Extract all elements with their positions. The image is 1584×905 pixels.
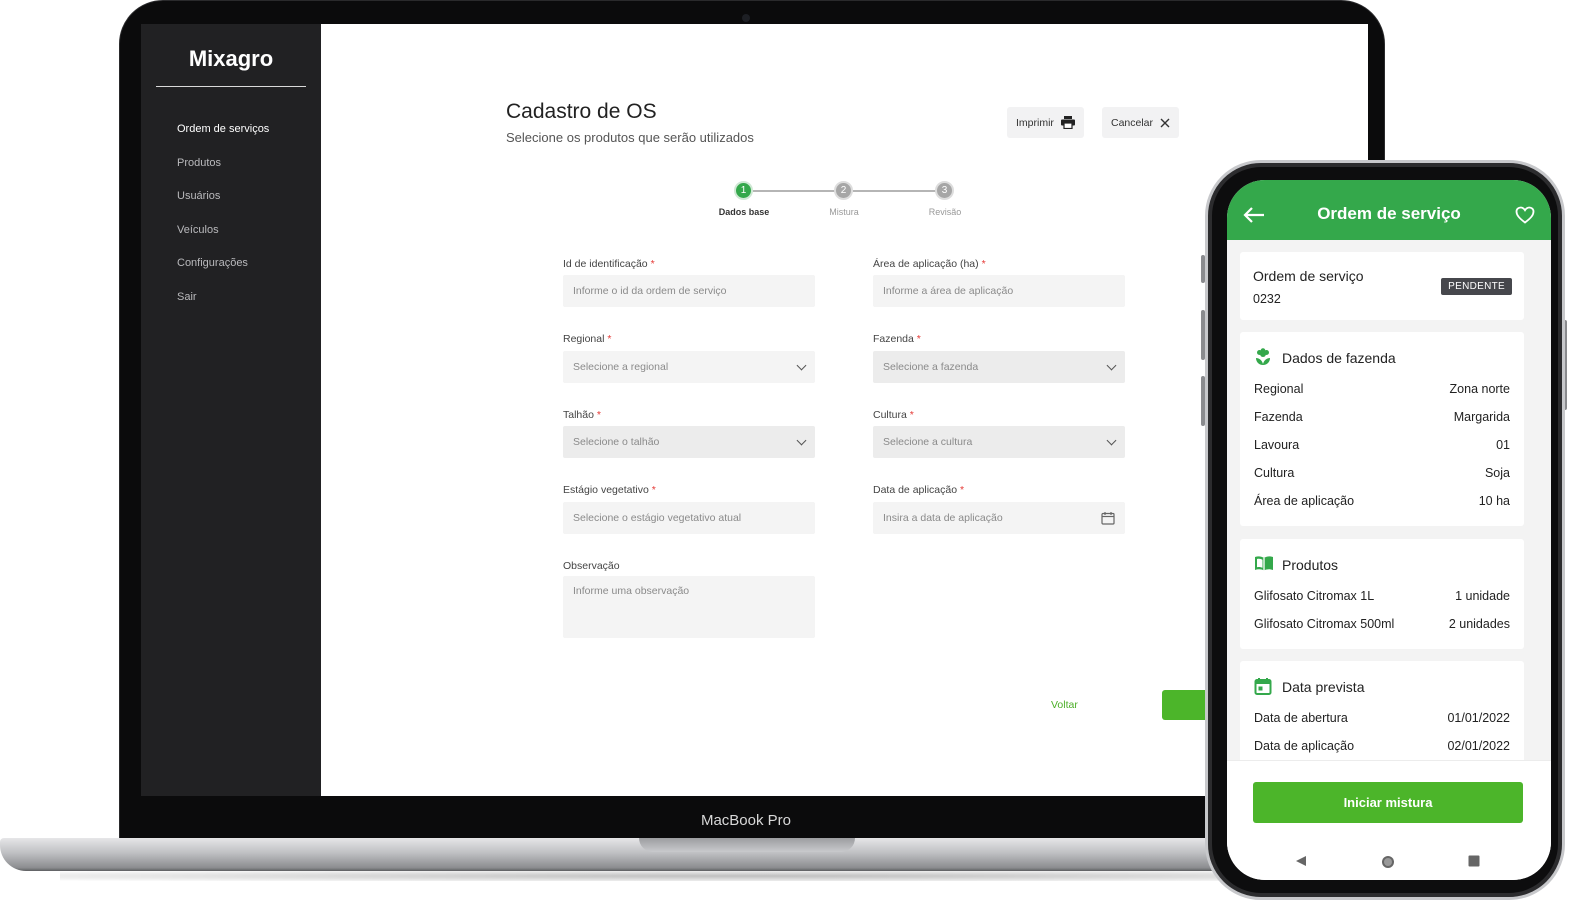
date-row: Data de aplicação 02/01/2022 xyxy=(1254,739,1510,753)
sidebar-item-configuracoes[interactable]: Configurações xyxy=(177,257,248,269)
nav-home-icon[interactable] xyxy=(1381,855,1395,869)
data-input[interactable]: Insira a data de aplicação xyxy=(873,502,1125,534)
fazenda-select-placeholder: Selecione a fazenda xyxy=(883,361,979,373)
id-input[interactable]: Informe o id da ordem de serviço xyxy=(563,275,815,307)
regional-select[interactable]: Selecione a regional xyxy=(563,351,815,383)
product-row: Glifosato Citromax 500ml 2 unidades xyxy=(1254,617,1510,631)
print-button-label: Imprimir xyxy=(1016,116,1054,129)
step-connector xyxy=(753,190,843,192)
close-icon xyxy=(1160,118,1170,127)
status-badge: PENDENTE xyxy=(1441,278,1512,295)
talhao-select[interactable]: Selecione o talhão xyxy=(563,426,815,458)
id-field-label: Id de identificação * xyxy=(563,258,655,270)
heart-icon[interactable] xyxy=(1515,206,1535,224)
products-card-title: Produtos xyxy=(1282,557,1339,573)
back-link[interactable]: Voltar xyxy=(1051,699,1078,711)
cultura-select-placeholder: Selecione a cultura xyxy=(883,436,973,448)
farm-card: Dados de fazenda Regional Zona norte Faze… xyxy=(1240,332,1524,526)
step-3-indicator[interactable]: 3 xyxy=(935,181,954,200)
area-input[interactable]: Informe a área de aplicação xyxy=(873,275,1125,307)
app-body: Ordem de serviço 0232 PENDENTE Dados de … xyxy=(1227,240,1551,771)
laptop-notch xyxy=(639,838,855,852)
printer-icon xyxy=(1060,116,1075,129)
order-title: Ordem de serviço xyxy=(1253,268,1364,284)
area-input-placeholder: Informe a área de aplicação xyxy=(883,285,1014,297)
chevron-down-icon xyxy=(1106,435,1117,445)
calendar-icon xyxy=(1254,678,1272,695)
calendar-icon[interactable] xyxy=(1101,511,1115,525)
data-field-label: Data de aplicação * xyxy=(873,484,965,496)
step-connector xyxy=(853,190,943,192)
sidebar: Mixagro Ordem de serviços Produtos Usuár… xyxy=(141,24,321,796)
date-row: Data de abertura 01/01/2022 xyxy=(1254,711,1510,725)
order-card: Ordem de serviço 0232 PENDENTE xyxy=(1240,252,1524,320)
phone-screen: Ordem de serviço Ordem de serviço 0232 P… xyxy=(1227,180,1551,880)
estagio-field-label: Estágio vegetativo * xyxy=(563,484,656,496)
sidebar-item-veiculos[interactable]: Veículos xyxy=(177,224,219,236)
nav-back-icon[interactable] xyxy=(1295,855,1307,867)
print-button[interactable]: Imprimir xyxy=(1007,107,1084,138)
cultura-field-label: Cultura * xyxy=(873,409,914,421)
order-number: 0232 xyxy=(1253,292,1281,306)
nav-recents-icon[interactable] xyxy=(1468,855,1480,867)
laptop-model-label: MacBook Pro xyxy=(700,812,792,829)
mockup-stage: Mixagro Ordem de serviços Produtos Usuár… xyxy=(0,0,1584,905)
obs-field-label: Observação xyxy=(563,560,620,572)
area-field-label: Área de aplicação (ha) * xyxy=(873,258,986,270)
fazenda-select[interactable]: Selecione a fazenda xyxy=(873,351,1125,383)
farm-row: Regional Zona norte xyxy=(1254,382,1510,396)
farm-card-title: Dados de fazenda xyxy=(1282,350,1396,366)
page-subtitle: Selecione os produtos que serão utilizad… xyxy=(506,130,754,145)
talhao-field-label: Talhão * xyxy=(563,409,601,421)
chevron-down-icon xyxy=(796,360,807,370)
phone-frame: Ordem de serviço Ordem de serviço 0232 P… xyxy=(1205,160,1565,900)
start-mix-button[interactable]: Iniciar mistura xyxy=(1253,782,1523,823)
sidebar-item-produtos[interactable]: Produtos xyxy=(177,157,221,169)
step-1-indicator[interactable]: 1 xyxy=(734,181,753,200)
dates-card: Data prevista Data de abertura 01/01/2022… xyxy=(1240,661,1524,771)
farm-row: Lavoura 01 xyxy=(1254,438,1510,452)
book-icon xyxy=(1255,556,1273,571)
app-header: Ordem de serviço xyxy=(1227,180,1551,240)
regional-field-label: Regional * xyxy=(563,333,612,345)
estagio-input-placeholder: Selecione o estágio vegetativo atual xyxy=(573,512,742,524)
cancel-button-label: Cancelar xyxy=(1111,116,1154,129)
products-card: Produtos Glifosato Citromax 1L 1 unidade … xyxy=(1240,539,1524,649)
product-row: Glifosato Citromax 1L 1 unidade xyxy=(1254,589,1510,603)
app-header-title: Ordem de serviço xyxy=(1317,204,1461,223)
chevron-down-icon xyxy=(1106,360,1117,370)
cultura-select[interactable]: Selecione a cultura xyxy=(873,426,1125,458)
fazenda-field-label: Fazenda * xyxy=(873,333,921,345)
chevron-down-icon xyxy=(796,435,807,445)
step-2-indicator[interactable]: 2 xyxy=(834,181,853,200)
page-title: Cadastro de OS xyxy=(506,100,657,123)
sidebar-item-usuarios[interactable]: Usuários xyxy=(177,190,220,202)
talhao-select-placeholder: Selecione o talhão xyxy=(573,436,660,448)
dates-card-title: Data prevista xyxy=(1282,679,1365,695)
step-3-label: Revisão xyxy=(928,207,962,217)
step-2-label: Mistura xyxy=(829,207,859,217)
obs-textarea[interactable]: Informe uma observação xyxy=(563,576,815,638)
stepper: 1 2 3 Dados base Mistura Revisão xyxy=(701,180,981,220)
farm-row: Área de aplicação 10 ha xyxy=(1254,494,1510,508)
sidebar-item-ordem-de-servicos[interactable]: Ordem de serviços xyxy=(177,123,269,135)
data-input-placeholder: Insira a data de aplicação xyxy=(883,512,1003,524)
camera-icon xyxy=(742,14,750,22)
flower-icon xyxy=(1256,348,1270,365)
farm-row: Fazenda Margarida xyxy=(1254,410,1510,424)
regional-select-placeholder: Selecione a regional xyxy=(573,361,669,373)
brand-logo: Mixagro xyxy=(156,44,306,87)
farm-row: Cultura Soja xyxy=(1254,466,1510,480)
step-1-label: Dados base xyxy=(718,207,770,217)
obs-textarea-placeholder: Informe uma observação xyxy=(573,585,690,597)
laptop-screen: Mixagro Ordem de serviços Produtos Usuár… xyxy=(141,24,1368,796)
sidebar-item-sair[interactable]: Sair xyxy=(177,291,197,303)
estagio-input[interactable]: Selecione o estágio vegetativo atual xyxy=(563,502,815,534)
cancel-button[interactable]: Cancelar xyxy=(1102,107,1180,138)
id-input-placeholder: Informe o id da ordem de serviço xyxy=(573,285,727,297)
